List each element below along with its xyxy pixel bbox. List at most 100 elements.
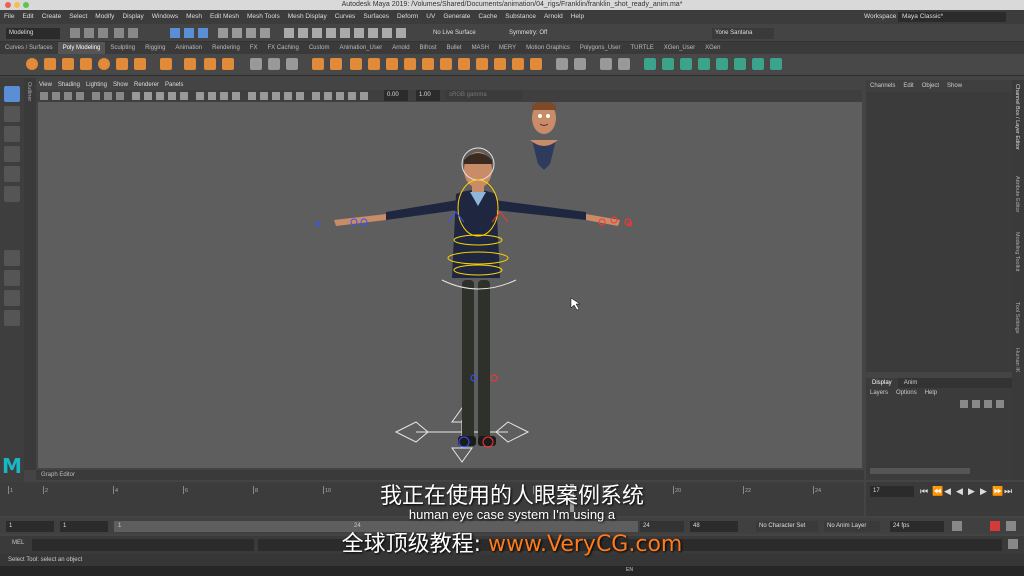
shelf-tab[interactable]: Bifrost xyxy=(415,42,442,54)
shelf-tab[interactable]: Sculpting xyxy=(105,42,140,54)
poly-torus-icon[interactable] xyxy=(98,58,110,70)
channels-menu[interactable]: Channels xyxy=(866,83,899,89)
select-tool-icon[interactable] xyxy=(4,86,20,102)
four-view-icon[interactable] xyxy=(4,270,20,286)
menu-mesh-tools[interactable]: Mesh Tools xyxy=(243,10,284,24)
shelf-tab[interactable]: Animation_User xyxy=(335,42,388,54)
menu-uv[interactable]: UV xyxy=(422,10,439,24)
scale-tool-icon[interactable] xyxy=(4,186,20,202)
soft-select-icon[interactable] xyxy=(600,58,612,70)
shelf-tab[interactable]: Animation xyxy=(170,42,207,54)
menu-help[interactable]: Help xyxy=(567,10,588,24)
boolean-icon[interactable] xyxy=(312,58,324,70)
shelf-tab[interactable]: FX Caching xyxy=(262,42,303,54)
shelf-tab[interactable]: Rigging xyxy=(140,42,170,54)
layer-up-icon[interactable] xyxy=(960,400,968,408)
insert-edge-loop-icon[interactable] xyxy=(440,58,452,70)
smooth-icon[interactable] xyxy=(286,58,298,70)
collapse-icon[interactable] xyxy=(530,58,542,70)
paint-select-icon[interactable] xyxy=(4,126,20,142)
character-rig-scene[interactable] xyxy=(38,102,862,468)
sweep-mesh-icon[interactable] xyxy=(184,58,196,70)
menu-arnold[interactable]: Arnold xyxy=(540,10,567,24)
shelf-tab[interactable]: Rendering xyxy=(207,42,245,54)
workspace-select[interactable]: Maya Classic* xyxy=(898,12,1006,22)
target-weld-icon[interactable] xyxy=(476,58,488,70)
shelf-tab[interactable]: XGen_User xyxy=(659,42,700,54)
shelf-tab[interactable]: Motion Graphics xyxy=(521,42,575,54)
menu-generate[interactable]: Generate xyxy=(439,10,474,24)
zoom-window-icon[interactable] xyxy=(23,2,29,8)
shelf-tab[interactable]: Curves / Surfaces xyxy=(0,42,58,54)
combine-icon[interactable] xyxy=(250,58,262,70)
menu-modify[interactable]: Modify xyxy=(91,10,118,24)
poly-cylinder-icon[interactable] xyxy=(62,58,74,70)
shelf-tab[interactable]: Custom xyxy=(304,42,335,54)
layout-uv-icon[interactable] xyxy=(770,58,782,70)
edit-menu[interactable]: Edit xyxy=(899,83,917,89)
tab-channel-box[interactable]: Channel Box / Layer Editor xyxy=(1014,84,1020,150)
svg-tool-icon[interactable] xyxy=(222,58,234,70)
snap-icon[interactable] xyxy=(618,58,630,70)
viewport-3d[interactable] xyxy=(38,102,862,468)
shelf-tab[interactable]: Bullet xyxy=(442,42,467,54)
bridge-icon[interactable] xyxy=(350,58,362,70)
connect-icon[interactable] xyxy=(494,58,506,70)
layers-menu[interactable]: Layers xyxy=(866,390,892,396)
outliner-strip[interactable]: Outliner xyxy=(24,78,36,470)
single-view-icon[interactable] xyxy=(4,250,20,266)
poly-cone-icon[interactable] xyxy=(80,58,92,70)
close-window-icon[interactable] xyxy=(5,2,11,8)
gamma-field[interactable]: 1.00 xyxy=(416,90,440,101)
tab-modeling-toolkit[interactable]: Modeling Toolkit xyxy=(1014,232,1020,271)
menu-deform[interactable]: Deform xyxy=(393,10,422,24)
menu-curves[interactable]: Curves xyxy=(331,10,360,24)
separate-icon[interactable] xyxy=(268,58,280,70)
tab-display[interactable]: Display xyxy=(866,378,898,388)
tab-human-ik[interactable]: Human IK xyxy=(1014,348,1020,372)
outliner-tab[interactable]: Outliner xyxy=(26,82,32,101)
menu-mesh-display[interactable]: Mesh Display xyxy=(284,10,331,24)
menu-file[interactable]: File xyxy=(0,10,18,24)
unfold-uv-icon[interactable] xyxy=(752,58,764,70)
panel-menu-shading[interactable]: Shading xyxy=(55,80,83,90)
cut-uv-icon[interactable] xyxy=(716,58,728,70)
poly-disc-icon[interactable] xyxy=(134,58,146,70)
object-menu[interactable]: Object xyxy=(918,83,943,89)
user-account-button[interactable]: Yone Santana xyxy=(712,28,774,39)
menu-edit-mesh[interactable]: Edit Mesh xyxy=(206,10,243,24)
mirror-icon[interactable] xyxy=(330,58,342,70)
type-tool-icon[interactable] xyxy=(204,58,216,70)
tab-attribute-editor[interactable]: Attribute Editor xyxy=(1014,176,1020,212)
new-layer-selected-icon[interactable] xyxy=(996,400,1004,408)
move-tool-icon[interactable] xyxy=(4,146,20,162)
shelf-tab[interactable]: MERY xyxy=(494,42,521,54)
menu-select[interactable]: Select xyxy=(65,10,91,24)
bevel-icon[interactable] xyxy=(386,58,398,70)
spherical-map-icon[interactable] xyxy=(680,58,692,70)
layer-down-icon[interactable] xyxy=(972,400,980,408)
tab-tool-settings[interactable]: Tool Settings xyxy=(1014,302,1020,334)
extrude-icon[interactable] xyxy=(368,58,380,70)
panel-menu-lighting[interactable]: Lighting xyxy=(83,80,110,90)
planar-map-icon[interactable] xyxy=(644,58,656,70)
menu-cache[interactable]: Cache xyxy=(474,10,501,24)
panel-toolbar-icons[interactable] xyxy=(40,91,380,101)
symmetry-select[interactable]: Symmetry: Off xyxy=(506,28,556,39)
shelf-tab[interactable]: MASH xyxy=(467,42,494,54)
menu-surfaces[interactable]: Surfaces xyxy=(359,10,393,24)
menu-create[interactable]: Create xyxy=(38,10,66,24)
panel-menu-panels[interactable]: Panels xyxy=(162,80,186,90)
outliner-layout-icon[interactable] xyxy=(4,310,20,326)
options-menu[interactable]: Options xyxy=(892,390,921,396)
shelf-tab[interactable]: FX xyxy=(245,42,263,54)
menu-substance[interactable]: Substance xyxy=(501,10,540,24)
exposure-field[interactable]: 0.00 xyxy=(384,90,408,101)
menu-edit[interactable]: Edit xyxy=(18,10,37,24)
super-shape-icon[interactable] xyxy=(160,58,172,70)
menu-mesh[interactable]: Mesh xyxy=(182,10,206,24)
help-menu[interactable]: Help xyxy=(921,390,941,396)
menu-display[interactable]: Display xyxy=(118,10,147,24)
colorspace-select[interactable]: sRGB gamma xyxy=(446,90,522,101)
status-line-icons[interactable] xyxy=(70,27,420,39)
